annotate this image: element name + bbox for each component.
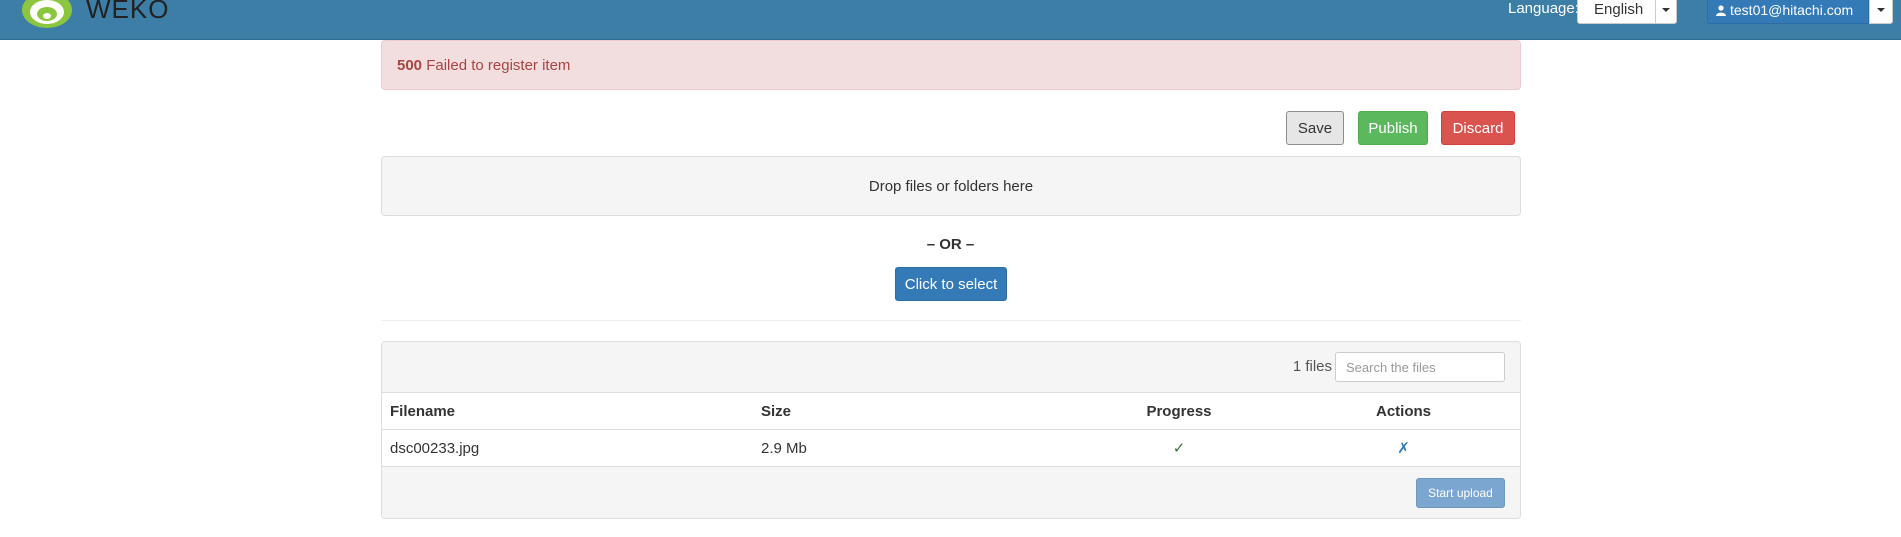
language-label: Language: — [1508, 0, 1579, 17]
files-panel-footer: Start upload — [382, 467, 1520, 518]
table-row: dsc00233.jpg 2.9 Mb ✓ ✗ — [382, 429, 1520, 467]
file-drop-zone[interactable]: Drop files or folders here — [381, 156, 1521, 216]
error-code: 500 — [397, 57, 423, 74]
drop-zone-text: Drop files or folders here — [868, 177, 1034, 195]
top-navbar: WEKO Language: English test01@hitachi.co… — [0, 0, 1901, 40]
user-menu-toggle[interactable] — [1869, 0, 1893, 24]
chevron-down-icon — [1877, 8, 1885, 12]
click-to-select-button[interactable]: Click to select — [895, 267, 1007, 301]
divider — [381, 320, 1521, 321]
column-header-progress: Progress — [1071, 393, 1287, 430]
save-button[interactable]: Save — [1286, 111, 1344, 145]
or-separator: – OR – — [926, 236, 975, 253]
remove-file-icon[interactable]: ✗ — [1397, 440, 1410, 457]
chevron-down-icon[interactable] — [1655, 0, 1676, 23]
search-files-input[interactable] — [1335, 352, 1505, 382]
discard-button[interactable]: Discard — [1441, 111, 1515, 145]
files-count: 1 files — [1292, 358, 1332, 375]
start-upload-button[interactable]: Start upload — [1416, 478, 1505, 508]
files-panel-header: 1 files — [382, 342, 1520, 393]
actions-cell: ✗ — [1287, 429, 1520, 467]
language-select[interactable]: English — [1577, 0, 1677, 24]
publish-button[interactable]: Publish — [1358, 111, 1428, 145]
file-size: 2.9 Mb — [753, 429, 1071, 467]
user-menu-button[interactable]: test01@hitachi.com — [1707, 0, 1869, 24]
table-header-row: Filename Size Progress Actions — [382, 393, 1520, 430]
error-message: Failed to register item — [426, 57, 571, 74]
column-header-actions: Actions — [1287, 393, 1520, 430]
files-panel: 1 files Filename Size Progress Actions d… — [381, 341, 1521, 519]
progress-cell: ✓ — [1071, 429, 1287, 467]
user-icon — [1716, 4, 1726, 16]
weko-logo-icon[interactable] — [20, 0, 74, 30]
column-header-filename: Filename — [382, 393, 753, 430]
user-email: test01@hitachi.com — [1730, 2, 1854, 18]
file-name: dsc00233.jpg — [382, 429, 753, 467]
check-icon: ✓ — [1172, 440, 1186, 457]
files-table: Filename Size Progress Actions dsc00233.… — [382, 393, 1520, 467]
error-alert: 500 Failed to register item — [381, 40, 1521, 90]
column-header-size: Size — [753, 393, 1071, 430]
language-value: English — [1594, 1, 1644, 18]
brand-name[interactable]: WEKO — [86, 0, 169, 25]
